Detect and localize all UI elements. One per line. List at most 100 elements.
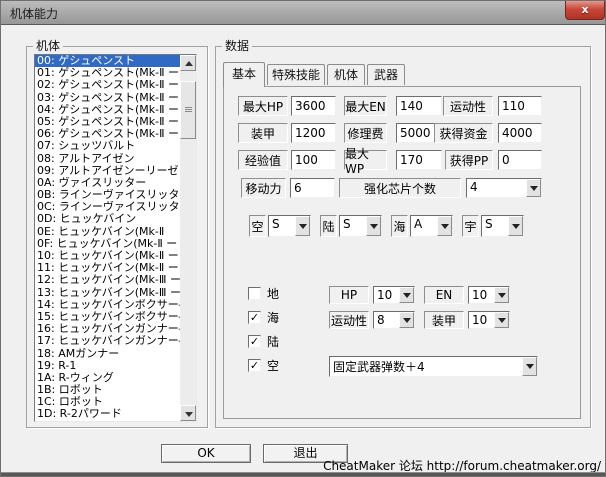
max-hp-input[interactable] (291, 96, 336, 116)
list-item[interactable]: 19: R-1 (35, 360, 180, 372)
grip-icon (185, 107, 192, 112)
chevron-down-icon[interactable] (366, 216, 381, 236)
list-item[interactable]: 12: ヒュッケバイン(Mk-Ⅲ ー L (35, 274, 180, 286)
list-item[interactable]: 02: ゲシュペンスト(Mk-Ⅱ ー F (35, 79, 180, 91)
list-item[interactable]: 18: AMガンナー (35, 348, 180, 360)
upgrade-select[interactable]: 8 (373, 311, 415, 329)
tab-machine[interactable]: 机体 (327, 64, 365, 85)
list-item[interactable]: 01: ゲシュペンスト(Mk-Ⅱ ー S (35, 67, 180, 79)
list-item[interactable]: 0C: ラインーヴァイスリッター (35, 201, 180, 213)
move-type-label: 空 (267, 357, 279, 374)
list-item[interactable]: 08: アルトアイゼン (35, 153, 180, 165)
data-group-label: 数据 (222, 39, 252, 53)
window-title: 机体能力 (10, 5, 58, 22)
list-item[interactable]: 1D: R-2パワード (35, 408, 180, 420)
tab-weapons[interactable]: 武器 (367, 64, 405, 85)
move-power-label: 移动力 (241, 178, 286, 198)
chevron-down-icon[interactable] (494, 287, 509, 303)
terrain-select[interactable]: S (339, 215, 382, 237)
chevron-down-icon[interactable] (437, 216, 452, 236)
armor-input[interactable] (291, 123, 336, 143)
mobility-label: 运动性 (443, 96, 493, 116)
list-item[interactable]: 09: アルトアイゼンーリーゼ (35, 165, 180, 177)
close-button[interactable]: x (565, 1, 605, 20)
list-item[interactable]: 16: ヒュッケバインガンナー― (35, 323, 180, 335)
terrain-select[interactable]: S (481, 215, 524, 237)
list-item[interactable]: 1A: R-ウィング (35, 372, 180, 384)
upgrade-item: HP10 (329, 286, 415, 304)
chevron-down-icon[interactable] (399, 287, 414, 303)
list-item[interactable]: 03: ゲシュペンスト(Mk-Ⅱ ー M (35, 92, 180, 104)
bonus-value: 固定武器弹数＋4 (330, 357, 522, 376)
upgrade-select[interactable]: 10 (468, 286, 510, 304)
ok-button[interactable]: OK (161, 444, 251, 463)
move-power-input[interactable] (290, 178, 335, 198)
max-hp-label: 最大HP (238, 96, 288, 116)
checkbox-checked[interactable]: ✓ (248, 335, 261, 348)
max-wp-input[interactable] (396, 150, 442, 170)
mobility-input[interactable] (498, 96, 542, 116)
upgrade-label: 运动性 (329, 311, 369, 329)
chevron-down-icon[interactable] (494, 312, 509, 328)
chevron-down-icon[interactable] (522, 357, 537, 376)
repair-cost-label: 修理费 (344, 123, 387, 143)
gain-money-label: 获得资金 (434, 123, 493, 143)
list-item[interactable]: 06: ゲシュペンスト(Mk-Ⅱ ー M (35, 128, 180, 140)
tab-basic[interactable]: 基本 (223, 62, 265, 87)
list-item[interactable]: 05: ゲシュペンスト(Mk-Ⅱ ー M (35, 116, 180, 128)
gain-money-input[interactable] (498, 123, 542, 143)
list-item[interactable]: 04: ゲシュペンスト(Mk-Ⅱ ー M (35, 104, 180, 116)
list-item[interactable]: 1B: ロボット (35, 384, 180, 396)
bonus-select[interactable]: 固定武器弹数＋4 (329, 356, 538, 377)
list-item[interactable]: 0F: ヒュッケバイン(Mk-Ⅱ ー M (35, 238, 180, 250)
scroll-thumb[interactable] (180, 81, 196, 139)
terrain-select[interactable]: S (268, 215, 311, 237)
machine-list-scrollbar[interactable] (180, 55, 196, 421)
terrain-items: 空S陆S海A宇S (249, 215, 524, 237)
exp-label: 经验值 (238, 150, 288, 170)
machine-group-label: 机体 (33, 39, 63, 53)
checkbox-checked[interactable]: ✓ (248, 359, 261, 372)
checkbox-checked[interactable]: ✓ (248, 311, 261, 324)
tab-special-skills[interactable]: 特殊技能 (267, 64, 325, 85)
max-wp-label: 最大WP (344, 150, 387, 170)
list-item[interactable]: 07: シュッツバルト (35, 140, 180, 152)
list-item[interactable]: 15: ヒュッケバインボクサー― (35, 311, 180, 323)
upgrade-item: 装甲10 (424, 311, 510, 329)
terrain-select-value: A (411, 216, 437, 236)
checkbox-unchecked[interactable] (248, 287, 261, 300)
gain-pp-input[interactable] (498, 150, 542, 170)
terrain-label: 空 (249, 215, 266, 237)
list-item[interactable]: 10: ヒュッケバイン(Mk-Ⅱ ー M (35, 250, 180, 262)
chevron-down-icon[interactable] (508, 216, 523, 236)
upgrade-select[interactable]: 10 (468, 311, 510, 329)
list-item[interactable]: 14: ヒュッケバインボクサー― (35, 299, 180, 311)
scroll-up-button[interactable] (180, 55, 196, 71)
list-item[interactable]: 17: ヒュッケバインガンナー― (35, 335, 180, 347)
upgrade-select-value: 8 (374, 312, 399, 328)
upgrade-items: HP10EN10运动性8装甲10 (329, 286, 510, 329)
title-bar: 机体能力 (1, 1, 605, 25)
list-item[interactable]: 0E: ヒュッケバイン(Mk-Ⅱ (35, 226, 180, 238)
terrain-select[interactable]: A (410, 215, 453, 237)
chevron-down-icon[interactable] (399, 312, 414, 328)
chip-count-value: 4 (467, 179, 526, 197)
exp-input[interactable] (291, 150, 336, 170)
list-item[interactable]: 0B: ラインーヴァイスリッター (35, 189, 180, 201)
list-item[interactable]: 11: ヒュッケバイン(Mk-Ⅱ ー M (35, 262, 180, 274)
machine-list[interactable]: 00: ゲシュペンスト01: ゲシュペンスト(Mk-Ⅱ ー S02: ゲシュペン… (34, 54, 197, 422)
gain-pp-label: 获得PP (445, 150, 493, 170)
upgrade-select-value: 10 (469, 287, 494, 303)
list-item[interactable]: 00: ゲシュペンスト (35, 55, 180, 67)
terrain-item: 空S (249, 215, 311, 237)
chevron-down-icon[interactable] (295, 216, 310, 236)
chevron-down-icon[interactable] (526, 179, 541, 197)
list-item[interactable]: 0A: ヴァイスリッター (35, 177, 180, 189)
chip-count-select[interactable]: 4 (466, 178, 542, 198)
list-item[interactable]: 1C: ロボット (35, 396, 180, 408)
list-item[interactable]: 0D: ヒュッケバイン (35, 213, 180, 225)
scroll-down-button[interactable] (180, 405, 196, 421)
max-en-input[interactable] (396, 96, 442, 116)
upgrade-select[interactable]: 10 (373, 286, 415, 304)
list-item[interactable]: 13: ヒュッケバイン(Mk-Ⅲ ー R (35, 287, 180, 299)
